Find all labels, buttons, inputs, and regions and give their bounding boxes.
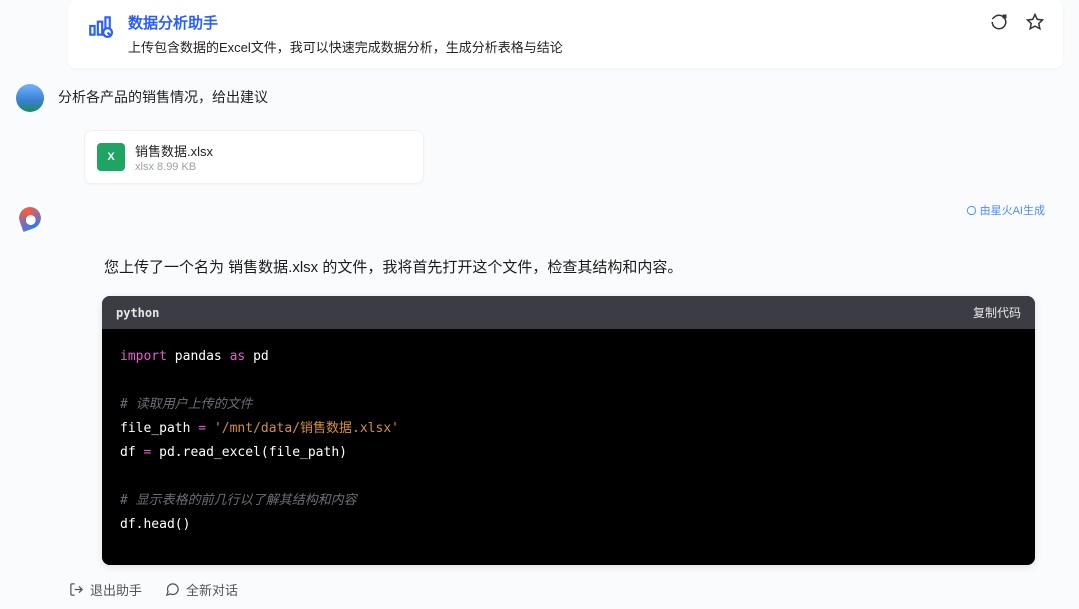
exit-label: 退出助手: [90, 580, 142, 599]
user-message-text: 分析各产品的销售情况，给出建议: [58, 84, 268, 107]
ai-message-row: 由星火AI生成: [16, 204, 1063, 232]
code-header: python 复制代码: [102, 296, 1035, 329]
footer-actions: 退出助手 全新对话: [68, 580, 238, 599]
ai-message-filename: 销售数据.xlsx: [228, 259, 318, 276]
refresh-icon[interactable]: [989, 12, 1009, 32]
code-body[interactable]: import pandas as pd # 读取用户上传的文件 file_pat…: [102, 329, 1035, 565]
file-attachment[interactable]: X 销售数据.xlsx xlsx 8.99 KB: [84, 130, 424, 184]
app-description: 上传包含数据的Excel文件，我可以快速完成数据分析，生成分析表格与结论: [128, 37, 975, 56]
ai-message-text: 您上传了一个名为 销售数据.xlsx 的文件，我将首先打开这个文件，检查其结构和…: [104, 256, 1033, 280]
generation-badge: 由星火AI生成: [966, 202, 1045, 218]
excel-file-icon: X: [97, 143, 125, 171]
assistant-header-card: 数据分析助手 上传包含数据的Excel文件，我可以快速完成数据分析，生成分析表格…: [68, 0, 1063, 68]
user-avatar: [16, 84, 44, 112]
file-name: 销售数据.xlsx: [135, 141, 213, 160]
code-language-label: python: [116, 306, 159, 320]
copy-code-button[interactable]: 复制代码: [973, 304, 1021, 321]
app-title: 数据分析助手: [128, 12, 975, 33]
app-icon: [86, 12, 114, 40]
file-meta: xlsx 8.99 KB: [135, 161, 213, 173]
ai-avatar: [16, 204, 44, 232]
chat-icon: [164, 582, 180, 598]
exit-icon: [68, 582, 84, 598]
exit-assistant-button[interactable]: 退出助手: [68, 580, 142, 599]
code-block: python 复制代码 import pandas as pd # 读取用户上传…: [102, 296, 1035, 565]
user-message-row: 分析各产品的销售情况，给出建议: [16, 84, 1063, 112]
new-chat-button[interactable]: 全新对话: [164, 580, 238, 599]
spark-flame-icon: [16, 204, 44, 232]
new-chat-label: 全新对话: [186, 580, 238, 599]
star-icon[interactable]: [1025, 12, 1045, 32]
